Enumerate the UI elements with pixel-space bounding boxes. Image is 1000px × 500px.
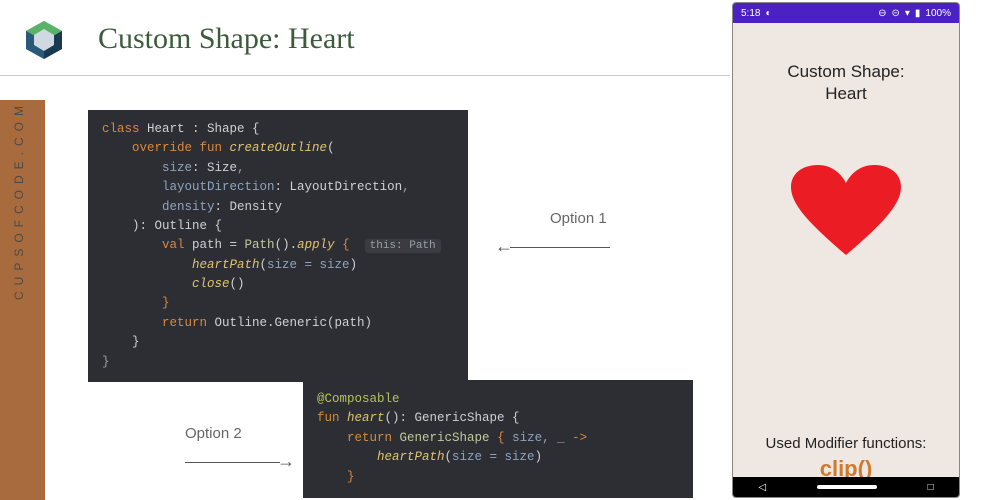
arrow-left-icon — [495, 235, 610, 258]
status-signal-icon: ▾ — [905, 8, 910, 19]
status-dnd-icon: ⊖ — [878, 8, 886, 19]
phone-screen-title: Custom Shape: Heart — [733, 61, 959, 105]
status-settings-icon: ⊝ — [891, 8, 899, 19]
jetpack-compose-logo-icon — [22, 18, 66, 62]
code-snippet-option-1: class Heart : Shape { override fun creat… — [88, 110, 468, 382]
phone-screen: Custom Shape: Heart Used Modifier functi… — [733, 61, 959, 498]
heart-icon — [791, 165, 901, 260]
phone-navbar: ◁ □ — [733, 477, 959, 497]
option-2-label: Option 2 — [185, 425, 242, 442]
title-divider — [0, 75, 730, 76]
nav-recent-icon[interactable]: □ — [928, 482, 934, 493]
status-time: 5:18 — [741, 8, 760, 19]
page-title: Custom Shape: Heart — [98, 22, 355, 56]
status-battery-icon: ▮ — [915, 8, 921, 19]
site-name: CUPSOFCODE.COM — [12, 100, 26, 300]
status-battery-pct: 100% — [925, 8, 951, 19]
phone-footer: Used Modifier functions: clip() — [733, 435, 959, 482]
option-1-label: Option 1 — [550, 210, 607, 227]
nav-back-icon[interactable]: ◁ — [758, 482, 766, 493]
phone-preview: 5:18 ◐ ⊖ ⊝ ▾ ▮ 100% Custom Shape: Heart … — [732, 2, 960, 498]
phone-statusbar: 5:18 ◐ ⊖ ⊝ ▾ ▮ 100% — [733, 3, 959, 23]
code-snippet-option-2: @Composable fun heart(): GenericShape { … — [303, 380, 693, 498]
status-app-icon: ◐ — [765, 8, 771, 19]
nav-home-icon[interactable] — [817, 485, 877, 489]
arrow-right-icon — [185, 450, 295, 473]
